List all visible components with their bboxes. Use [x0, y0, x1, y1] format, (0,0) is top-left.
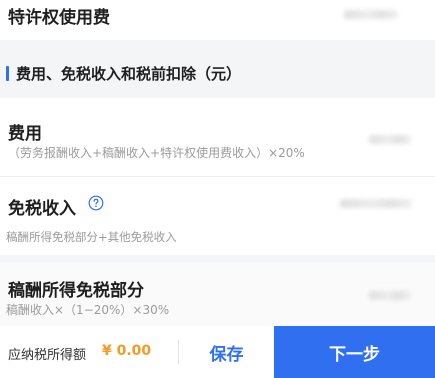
expense-label: 费用 [8, 124, 42, 144]
expense-formula: （劳务报酬收入+稿酬收入+特许权使用费收入）×20% [8, 146, 305, 160]
royalty-label: 特许权使用费 [8, 8, 110, 28]
expense-row[interactable]: 费用 （劳务报酬收入+稿酬收入+特许权使用费收入）×20% [0, 98, 435, 176]
royalty-value-blurred [344, 10, 398, 19]
save-button[interactable]: 保存 [179, 326, 274, 378]
manuscript-exempt-label: 稿酬所得免税部分 [8, 281, 144, 301]
section-title: 费用、免税收入和税前扣除（元） [16, 65, 242, 83]
exempt-income-value-blurred [340, 199, 412, 208]
manuscript-exempt-formula: 稿酬收入×（1−20%）×30% [6, 303, 170, 317]
royalty-row[interactable]: 特许权使用费 [0, 0, 435, 40]
taxable-income-label: 应纳税所得额 [8, 348, 87, 363]
bottom-action-bar: 应纳税所得额 ¥ 0.00 保存 下一步 [0, 326, 435, 378]
taxable-income-amount: ¥ 0.00 [102, 343, 152, 359]
manuscript-exempt-row[interactable]: 稿酬所得免税部分 稿酬收入×（1−20%）×30% [0, 262, 435, 326]
exempt-income-row[interactable]: 免税收入 稿酬所得免税部分+其他免税收入 [0, 177, 435, 255]
exempt-income-label: 免税收入 [8, 199, 76, 219]
section-accent-bar [6, 66, 9, 81]
question-circle-icon[interactable] [88, 195, 104, 211]
next-step-button[interactable]: 下一步 [274, 326, 435, 378]
expense-value-blurred [369, 135, 411, 144]
exempt-income-description: 稿酬所得免税部分+其他免税收入 [6, 230, 177, 244]
manuscript-exempt-value-blurred [369, 291, 411, 300]
